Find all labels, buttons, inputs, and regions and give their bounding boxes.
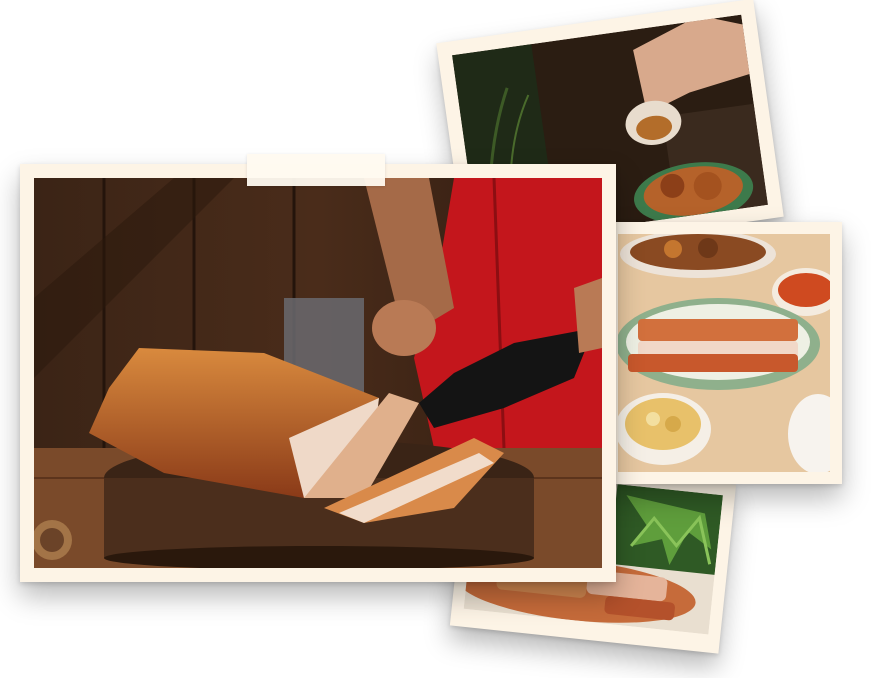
photo-frame-spread <box>606 222 842 484</box>
photo-frame-main <box>20 164 616 582</box>
roast-pork-photo <box>34 178 602 568</box>
spread-photo <box>618 234 830 472</box>
tape-strip <box>247 154 385 186</box>
